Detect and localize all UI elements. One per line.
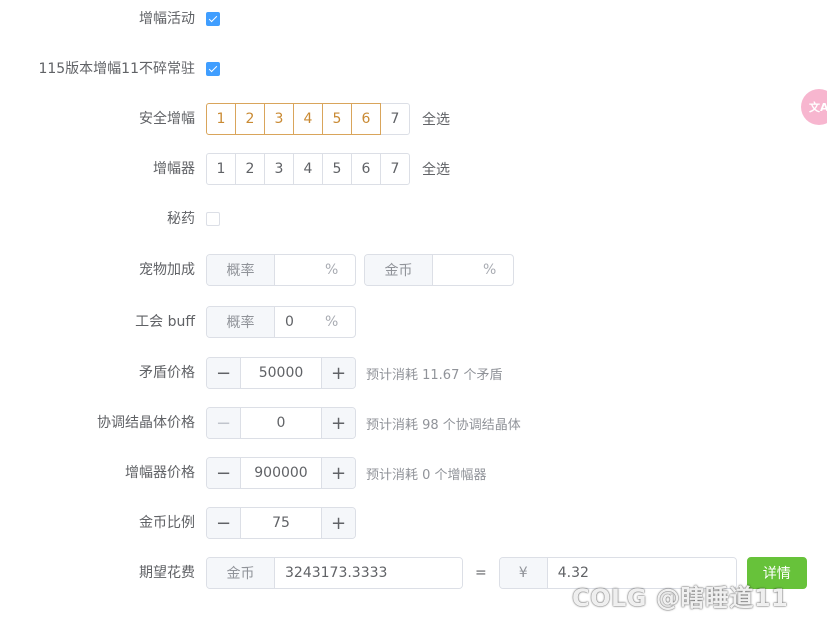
gold-ratio-stepper: − + [206,507,356,539]
guild-buff-label: 工会 buff [135,314,195,330]
expected-gold-input[interactable] [275,558,462,588]
booster-row: 增幅器 1234567 全选 [0,152,827,186]
shield-price-hint: 预计消耗 11.67 个矛盾 [366,367,503,383]
potion-row: 秘药 [0,202,827,236]
booster-price-label: 增幅器价格 [125,465,195,481]
potion-checkbox[interactable] [206,212,220,226]
gold-ratio-increment-button[interactable]: + [321,508,355,538]
safe-boost-level-3-button[interactable]: 3 [264,103,294,135]
crystal-price-row: 协调结晶体价格 − + 预计消耗 98 个协调结晶体 [0,406,827,440]
booster-level-1-button[interactable]: 1 [206,153,236,185]
safe-boost-select-all[interactable]: 全选 [422,109,450,129]
watermark: COLG @瞎睡道11 [572,584,789,612]
guild-rate-prefix: 概率 [207,307,275,337]
potion-label: 秘药 [167,211,195,227]
pet-bonus-row: 宠物加成 概率 % 金币 % [0,253,827,287]
safe-boost-label: 安全增幅 [139,111,195,127]
crystal-price-decrement-button[interactable]: − [207,408,241,438]
boost-activity-checkbox[interactable] [206,12,220,26]
safe-boost-levels: 1234567 [206,103,410,135]
crystal-price-stepper: − + [206,407,356,439]
v115-boost-checkbox[interactable] [206,62,220,76]
guild-rate-input[interactable] [275,307,325,337]
booster-levels: 1234567 [206,153,410,185]
pet-rate-input[interactable] [275,255,325,285]
crystal-price-increment-button[interactable]: + [321,408,355,438]
safe-boost-level-4-button[interactable]: 4 [293,103,323,135]
pet-gold-input[interactable] [433,255,483,285]
yuan-prefix: ¥ [499,558,548,588]
booster-label: 增幅器 [153,161,195,177]
safe-boost-level-6-button[interactable]: 6 [351,103,381,135]
booster-level-2-button[interactable]: 2 [235,153,265,185]
shield-price-input[interactable] [241,358,321,388]
safe-boost-level-2-button[interactable]: 2 [235,103,265,135]
expected-gold-input-group: 金币 [206,557,463,589]
pet-gold-suffix: % [483,255,507,285]
booster-price-input[interactable] [241,458,321,488]
boost-activity-row: 增幅活动 [0,2,827,36]
expected-gold-prefix: 金币 [207,558,275,588]
guild-rate-input-group: 概率 % [206,306,356,338]
pet-gold-input-group: 金币 % [364,254,514,286]
booster-level-4-button[interactable]: 4 [293,153,323,185]
shield-price-decrement-button[interactable]: − [207,358,241,388]
booster-level-6-button[interactable]: 6 [351,153,381,185]
crystal-price-input[interactable] [241,408,321,438]
booster-level-5-button[interactable]: 5 [322,153,352,185]
safe-boost-level-5-button[interactable]: 5 [322,103,352,135]
booster-level-3-button[interactable]: 3 [264,153,294,185]
booster-select-all[interactable]: 全选 [422,159,450,179]
booster-price-hint: 预计消耗 0 个增幅器 [366,467,487,483]
booster-price-row: 增幅器价格 − + 预计消耗 0 个增幅器 [0,456,827,490]
gold-ratio-decrement-button[interactable]: − [207,508,241,538]
shield-price-increment-button[interactable]: + [321,358,355,388]
booster-level-7-button[interactable]: 7 [380,153,410,185]
booster-price-decrement-button[interactable]: − [207,458,241,488]
crystal-price-label: 协调结晶体价格 [97,415,195,431]
equals-sign: = [475,565,487,581]
safe-boost-row: 安全增幅 1234567 全选 [0,102,827,136]
shield-price-stepper: − + [206,357,356,389]
booster-price-increment-button[interactable]: + [321,458,355,488]
pet-gold-prefix: 金币 [365,255,433,285]
shield-price-row: 矛盾价格 − + 预计消耗 11.67 个矛盾 [0,356,827,390]
shield-price-label: 矛盾价格 [139,365,195,381]
boost-activity-label: 增幅活动 [139,11,195,27]
expected-cost-label: 期望花费 [139,565,195,581]
safe-boost-level-7-button[interactable]: 7 [380,103,410,135]
booster-price-stepper: − + [206,457,356,489]
safe-boost-level-1-button[interactable]: 1 [206,103,236,135]
gold-ratio-label: 金币比例 [139,515,195,531]
pet-bonus-label: 宠物加成 [139,262,195,278]
pet-rate-input-group: 概率 % [206,254,356,286]
gold-ratio-row: 金币比例 − + [0,506,827,540]
guild-rate-suffix: % [325,307,349,337]
crystal-price-hint: 预计消耗 98 个协调结晶体 [366,417,521,433]
gold-ratio-input[interactable] [241,508,321,538]
pet-rate-prefix: 概率 [207,255,275,285]
pet-rate-suffix: % [325,255,349,285]
guild-buff-row: 工会 buff 概率 % [0,305,827,339]
v115-boost-label: 115版本增幅11不碎常驻 [38,61,195,77]
v115-boost-row: 115版本增幅11不碎常驻 [0,52,827,86]
